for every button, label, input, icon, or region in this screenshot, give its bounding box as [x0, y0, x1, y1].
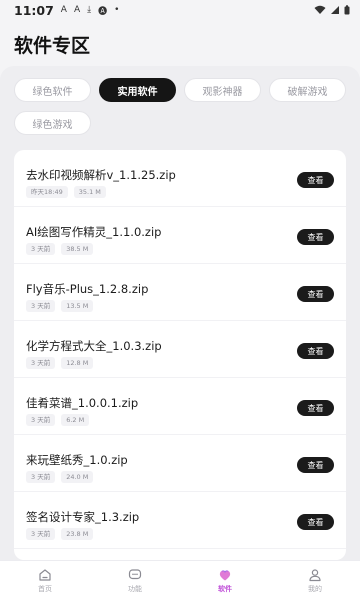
list-item: 来玩壁纸秀_1.0.zip 3 天前 24.0 M 查看 — [14, 435, 346, 492]
file-meta: 3 天前 6.2 M — [26, 414, 90, 426]
nav-profile[interactable]: 我的 — [285, 568, 345, 594]
upload-time-badge: 3 天前 — [26, 243, 56, 255]
font-a-icon: A — [60, 5, 67, 15]
nav-label: 我的 — [308, 584, 322, 593]
list-item: Fly音乐-Plus_1.2.8.zip 3 天前 13.5 M 查看 — [14, 264, 346, 321]
file-name: Fly音乐-Plus_1.2.8.zip — [26, 282, 149, 296]
file-meta: 3 天前 24.0 M — [26, 471, 94, 483]
file-size-badge: 35.1 M — [73, 186, 106, 198]
upload-time-badge: 3 天前 — [26, 471, 56, 483]
file-size-badge: 38.5 M — [61, 243, 94, 255]
list-item: 签名设计专家_1.3.zip 3 天前 23.8 M 查看 — [14, 492, 346, 549]
tab-green-software[interactable]: 绿色软件 — [14, 78, 91, 102]
file-size-badge: 6.2 M — [61, 414, 90, 426]
category-tabs: 绿色软件 实用软件 观影神器 破解游戏 绿色游戏 — [14, 78, 346, 135]
tab-cracked-games[interactable]: 破解游戏 — [269, 78, 346, 102]
list-item: 佳肴菜谱_1.0.0.1.zip 3 天前 6.2 M 查看 — [14, 378, 346, 435]
nav-label: 首页 — [38, 584, 52, 593]
view-button[interactable]: 查看 — [297, 172, 334, 188]
status-bar: 11:07 A A ⤓ 🅐 • — [0, 0, 360, 20]
file-name: 化学方程式大全_1.0.3.zip — [26, 339, 162, 353]
list-item: 去水印视频解析v_1.1.25.zip 昨天18:49 35.1 M 查看 — [14, 150, 346, 207]
user-icon — [309, 568, 321, 581]
upload-time-badge: 3 天前 — [26, 414, 56, 426]
software-icon — [219, 569, 231, 580]
file-meta: 3 天前 38.5 M — [26, 243, 94, 255]
file-size-badge: 23.8 M — [61, 528, 94, 540]
file-size-badge: 24.0 M — [61, 471, 94, 483]
wifi-icon — [314, 5, 326, 14]
upload-time-badge: 3 天前 — [26, 528, 56, 540]
home-icon — [39, 568, 51, 581]
nav-software[interactable]: 软件 — [195, 568, 255, 594]
file-size-badge: 13.5 M — [61, 300, 94, 312]
file-name: 佳肴菜谱_1.0.0.1.zip — [26, 396, 139, 410]
file-meta: 昨天18:49 35.1 M — [26, 186, 106, 198]
dot-icon: • — [114, 5, 120, 15]
view-button[interactable]: 查看 — [297, 343, 334, 359]
status-time: 11:07 — [14, 2, 54, 18]
file-size-badge: 12.8 M — [61, 357, 94, 369]
page-title: 软件专区 — [14, 35, 91, 57]
nav-home[interactable]: 首页 — [15, 568, 75, 594]
nav-label: 软件 — [218, 584, 232, 593]
list-item: 化学方程式大全_1.0.3.zip 3 天前 12.8 M 查看 — [14, 321, 346, 378]
status-left: 11:07 A A ⤓ 🅐 • — [14, 3, 119, 18]
file-meta: 3 天前 12.8 M — [26, 357, 94, 369]
view-button[interactable]: 查看 — [297, 457, 334, 473]
file-name: 来玩壁纸秀_1.0.zip — [26, 453, 128, 467]
nav-features[interactable]: 功能 — [105, 568, 165, 594]
upload-time-badge: 3 天前 — [26, 357, 56, 369]
battery-icon — [344, 5, 350, 15]
font-a-icon: A — [73, 5, 81, 15]
font-a-box-icon: 🅐 — [98, 6, 108, 17]
download-icon: ⤓ — [87, 5, 92, 15]
upload-time-badge: 3 天前 — [26, 300, 56, 312]
view-button[interactable]: 查看 — [297, 286, 334, 302]
view-button[interactable]: 查看 — [297, 229, 334, 245]
bottom-nav: 首页 功能 软件 我的 — [0, 560, 360, 600]
upload-time-badge: 昨天18:49 — [26, 186, 68, 198]
content-panel: 绿色软件 实用软件 观影神器 破解游戏 绿色游戏 去水印视频解析v_1.1.25… — [0, 66, 360, 600]
signal-icon — [331, 6, 339, 14]
file-name: 去水印视频解析v_1.1.25.zip — [26, 168, 176, 182]
tab-green-games[interactable]: 绿色游戏 — [14, 111, 91, 135]
software-list: 去水印视频解析v_1.1.25.zip 昨天18:49 35.1 M 查看 AI… — [14, 150, 346, 560]
view-button[interactable]: 查看 — [297, 514, 334, 530]
file-name: AI绘图写作精灵_1.1.0.zip — [26, 225, 162, 239]
status-right — [314, 5, 350, 15]
chat-icon — [128, 568, 142, 579]
list-item: AI绘图写作精灵_1.1.0.zip 3 天前 38.5 M 查看 — [14, 207, 346, 264]
view-button[interactable]: 查看 — [297, 400, 334, 416]
tab-utility-software[interactable]: 实用软件 — [99, 78, 176, 102]
file-meta: 3 天前 13.5 M — [26, 300, 94, 312]
tab-movie-apps[interactable]: 观影神器 — [184, 78, 261, 102]
file-name: 签名设计专家_1.3.zip — [26, 510, 140, 524]
nav-label: 功能 — [128, 584, 142, 593]
file-meta: 3 天前 23.8 M — [26, 528, 94, 540]
